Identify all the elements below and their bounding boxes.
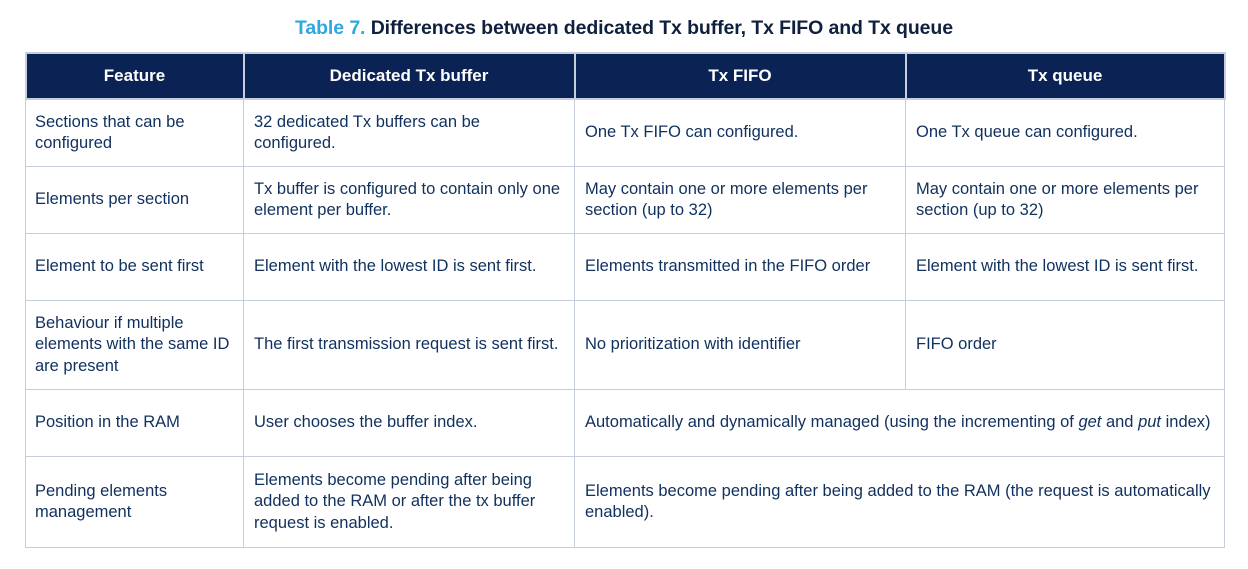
cell-dedicated: User chooses the buffer index. [243,389,575,457]
column-header-feature: Feature [24,52,245,100]
table-row: Behaviour if multiple elements with the … [25,300,1225,390]
merged-text-pre: Automatically and dynamically managed (u… [585,413,1079,432]
cell-feature: Behaviour if multiple elements with the … [25,300,244,390]
table-caption-title: Differences between dedicated Tx buffer,… [370,17,953,39]
table-row: Sections that can be configured 32 dedic… [25,98,1225,167]
cell-fifo: May contain one or more elements per sec… [574,166,906,234]
cell-dedicated: The first transmission request is sent f… [243,300,575,390]
table-header: Feature Dedicated Tx buffer Tx FIFO Tx q… [24,52,1226,100]
table-caption: Table 7. Differences between dedicated T… [0,0,1248,40]
comparison-table-wrapper: Feature Dedicated Tx buffer Tx FIFO Tx q… [24,52,1226,548]
cell-queue: One Tx queue can configured. [905,98,1225,167]
table-row: Pending elements management Elements bec… [25,456,1225,548]
merged-emphasis-get: get [1078,413,1102,432]
cell-feature: Sections that can be configured [25,98,244,167]
cell-dedicated: Element with the lowest ID is sent first… [243,233,575,301]
cell-feature: Pending elements management [25,456,244,548]
cell-dedicated: Tx buffer is configured to contain only … [243,166,575,234]
cell-dedicated: Elements become pending after being adde… [243,456,575,548]
table-row: Elements per section Tx buffer is config… [25,166,1225,234]
table-row: Element to be sent first Element with th… [25,233,1225,301]
cell-fifo: Elements transmitted in the FIFO order [574,233,906,301]
table-body: Sections that can be configured 32 dedic… [25,98,1225,548]
cell-feature: Position in the RAM [25,389,244,457]
column-header-tx-queue: Tx queue [904,52,1226,100]
cell-queue: Element with the lowest ID is sent first… [905,233,1225,301]
table-page: Table 7. Differences between dedicated T… [0,0,1248,569]
table-caption-number: Table 7. [295,17,371,39]
column-header-tx-fifo: Tx FIFO [573,52,907,100]
column-header-dedicated-tx-buffer: Dedicated Tx buffer [242,52,576,100]
table-row: Position in the RAM User chooses the buf… [25,389,1225,457]
merged-emphasis-put: put [1138,413,1162,432]
cell-fifo: No prioritization with identifier [574,300,906,390]
cell-feature: Elements per section [25,166,244,234]
merged-text-post: index) [1161,413,1211,432]
cell-fifo: One Tx FIFO can configured. [574,98,906,167]
cell-queue: May contain one or more elements per sec… [905,166,1225,234]
merged-text-pre: Elements become pending after being adde… [585,481,1211,521]
comparison-table: Feature Dedicated Tx buffer Tx FIFO Tx q… [24,52,1226,548]
cell-merged-fifo-queue: Elements become pending after being adde… [574,456,1225,548]
cell-queue: FIFO order [905,300,1225,390]
merged-text-mid: and [1101,413,1139,432]
cell-dedicated: 32 dedicated Tx buffers can be configure… [243,98,575,167]
table-header-row: Feature Dedicated Tx buffer Tx FIFO Tx q… [24,52,1226,100]
cell-merged-fifo-queue: Automatically and dynamically managed (u… [574,389,1225,457]
cell-feature: Element to be sent first [25,233,244,301]
